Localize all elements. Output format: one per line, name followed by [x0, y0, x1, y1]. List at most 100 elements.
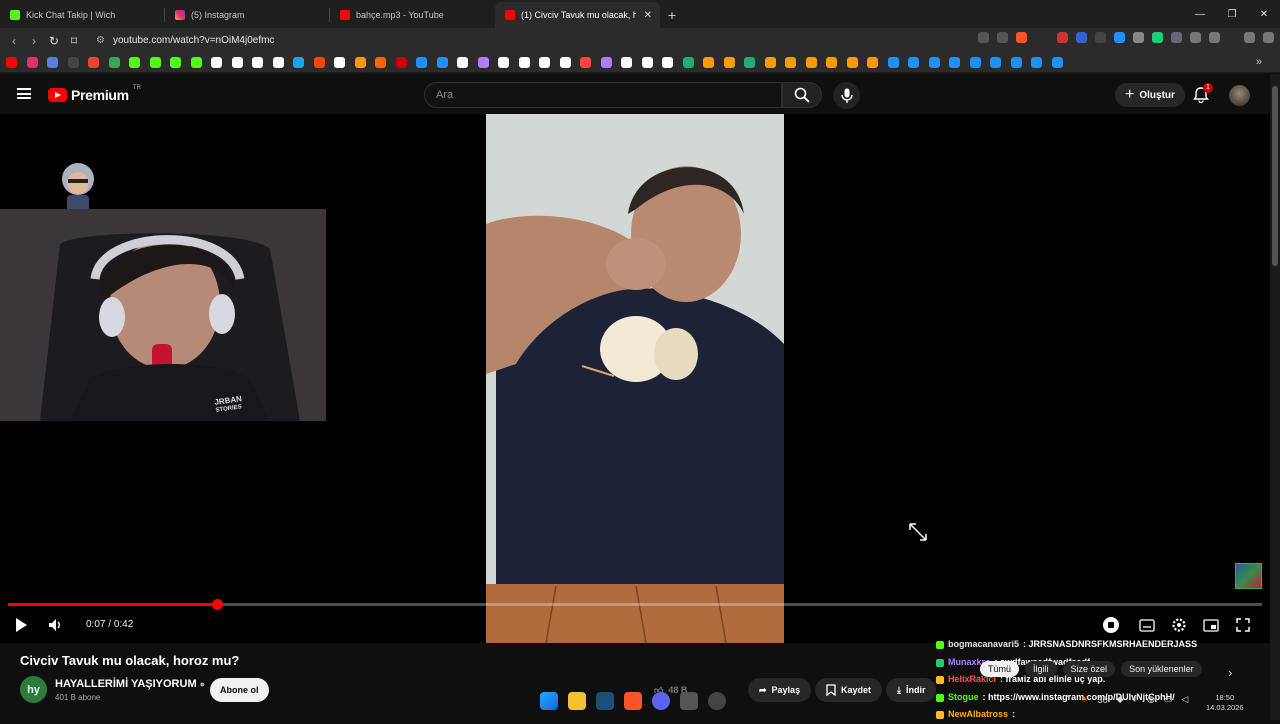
chip-related[interactable]: İlgili — [1025, 661, 1057, 677]
close-tab-icon[interactable]: ✕ — [644, 10, 652, 21]
reload-icon[interactable]: ↻ — [44, 34, 64, 48]
bookmark-favicon-icon[interactable] — [108, 57, 120, 68]
bookmark-favicon-icon[interactable] — [1031, 57, 1042, 68]
bookmark-favicon-icon[interactable] — [949, 57, 960, 68]
bookmark-favicon-icon[interactable] — [272, 57, 284, 68]
extension-icon[interactable] — [1095, 32, 1106, 43]
close-window-icon[interactable]: ✕ — [1248, 0, 1280, 28]
bookmark-favicon-icon[interactable] — [293, 57, 304, 68]
bookmark-favicon-icon[interactable] — [477, 57, 489, 68]
bookmark-favicon-icon[interactable] — [518, 57, 530, 68]
bookmark-favicon-icon[interactable] — [231, 57, 243, 68]
bookmark-favicon-icon[interactable] — [498, 57, 509, 68]
bookmark-favicon-icon[interactable] — [26, 57, 38, 68]
system-clock[interactable]: 18:50 14.03.2026 — [1206, 693, 1244, 713]
channel-avatar[interactable]: hy — [20, 676, 47, 703]
cast-icon[interactable] — [978, 32, 989, 43]
bookmark-favicon-icon[interactable] — [621, 57, 632, 68]
site-info-icon[interactable]: ⚙ — [96, 35, 105, 46]
forward-icon[interactable]: › — [24, 34, 44, 48]
video-player[interactable]: JRBAN STORIES 0:07 / 0:42 — [0, 114, 1270, 643]
search-input[interactable]: Ara — [424, 82, 782, 108]
extension-icon[interactable] — [1114, 32, 1125, 43]
fullscreen-button[interactable] — [1234, 616, 1252, 634]
hamburger-menu-icon[interactable] — [17, 88, 31, 99]
search-button[interactable] — [782, 82, 822, 108]
app-icon[interactable] — [680, 692, 698, 710]
share-button[interactable]: ➦ Paylaş — [748, 678, 812, 702]
bookmark-favicon-icon[interactable] — [580, 57, 591, 68]
bookmark-favicon-icon[interactable] — [67, 57, 79, 68]
page-scrollbar[interactable] — [1270, 74, 1280, 720]
chip-for-you[interactable]: Size özel — [1062, 661, 1116, 677]
discord-icon[interactable] — [652, 692, 670, 710]
bookmark-favicon-icon[interactable] — [662, 57, 673, 68]
volume-button[interactable] — [46, 616, 64, 634]
bookmark-favicon-icon[interactable] — [354, 57, 366, 68]
subscribe-button[interactable]: Abone ol — [210, 678, 269, 702]
minimize-icon[interactable]: — — [1184, 0, 1216, 28]
bookmark-favicon-icon[interactable] — [846, 57, 858, 68]
volume-tray-icon[interactable]: ◁ — [1181, 694, 1188, 705]
brave-shield-icon[interactable] — [1016, 32, 1027, 43]
extension-icon[interactable] — [1057, 32, 1068, 43]
extension-icon[interactable] — [1152, 32, 1163, 43]
bookmark-favicon-icon[interactable] — [908, 57, 919, 68]
play-button[interactable] — [12, 616, 30, 634]
bookmark-favicon-icon[interactable] — [211, 57, 222, 68]
account-avatar[interactable] — [1229, 85, 1250, 106]
bookmark-favicon-icon[interactable] — [682, 57, 694, 68]
miniplayer-button[interactable] — [1202, 617, 1220, 633]
channel-name[interactable]: HAYALLERİMİ YAŞIYORUM ● — [55, 678, 205, 690]
chip-all[interactable]: Tümü — [980, 661, 1020, 677]
progress-scrubber[interactable] — [212, 599, 224, 610]
bookmarks-overflow-icon[interactable]: » — [1256, 56, 1262, 68]
chip-recent[interactable]: Son yüklenenler — [1121, 661, 1202, 677]
speaker-icon[interactable]: 🔈︎ — [1133, 694, 1138, 705]
bookmark-favicon-icon[interactable] — [559, 57, 571, 68]
windows-start-icon[interactable] — [540, 692, 558, 710]
extensions-puzzle-icon[interactable] — [1190, 32, 1201, 43]
file-explorer-icon[interactable] — [568, 692, 586, 710]
bookmark-icon[interactable]: ⌑ — [64, 34, 84, 48]
create-button[interactable]: + Oluştur — [1115, 83, 1185, 107]
video-frame[interactable] — [486, 114, 784, 643]
browser-tab-active[interactable]: (1) Civciv Tavuk mu olacak, horoz ✕ — [495, 2, 660, 28]
sidebar-icon[interactable] — [1209, 32, 1220, 43]
new-tab-button[interactable]: + — [660, 2, 684, 28]
back-icon[interactable]: ‹ — [4, 34, 24, 48]
bookmark-favicon-icon[interactable] — [990, 57, 1001, 68]
media-icon[interactable] — [1244, 32, 1255, 43]
bookmark-favicon-icon[interactable] — [539, 57, 550, 68]
bookmark-favicon-icon[interactable] — [252, 57, 263, 68]
steam-tray-icon[interactable]: ◆ — [1117, 694, 1124, 705]
bookmark-favicon-icon[interactable] — [785, 57, 796, 68]
scrollbar-thumb[interactable] — [1272, 86, 1278, 266]
bookmark-favicon-icon[interactable] — [805, 57, 817, 68]
progress-bar[interactable] — [8, 599, 1262, 610]
bookmark-favicon-icon[interactable] — [1051, 57, 1063, 68]
share-icon[interactable] — [997, 32, 1008, 43]
bookmark-favicon-icon[interactable] — [867, 57, 878, 68]
network-icon[interactable]: ▭ — [1164, 694, 1173, 705]
voice-search-button[interactable] — [833, 82, 860, 109]
extension-icon[interactable] — [1076, 32, 1087, 43]
bookmark-favicon-icon[interactable] — [149, 57, 161, 68]
brave-browser-icon[interactable] — [624, 692, 642, 710]
bookmark-favicon-icon[interactable] — [764, 57, 776, 68]
bookmark-favicon-icon[interactable] — [969, 57, 981, 68]
bookmark-favicon-icon[interactable] — [375, 57, 386, 68]
extension-icon[interactable] — [1133, 32, 1144, 43]
bookmark-favicon-icon[interactable] — [190, 57, 202, 68]
download-button[interactable]: ⤓ İndir — [886, 678, 937, 702]
bookmark-favicon-icon[interactable] — [641, 57, 653, 68]
bookmark-favicon-icon[interactable] — [6, 57, 17, 68]
youtube-logo[interactable]: Premium TR — [48, 85, 141, 103]
bookmark-favicon-icon[interactable] — [436, 57, 448, 68]
bookmark-favicon-icon[interactable] — [334, 57, 345, 68]
autoplay-toggle[interactable] — [1103, 617, 1119, 633]
subtitles-button[interactable] — [1138, 617, 1156, 633]
save-button[interactable]: Kaydet — [815, 678, 883, 702]
app-icon[interactable] — [708, 692, 726, 710]
browser-tab[interactable]: (5) Instagram — [165, 2, 330, 28]
